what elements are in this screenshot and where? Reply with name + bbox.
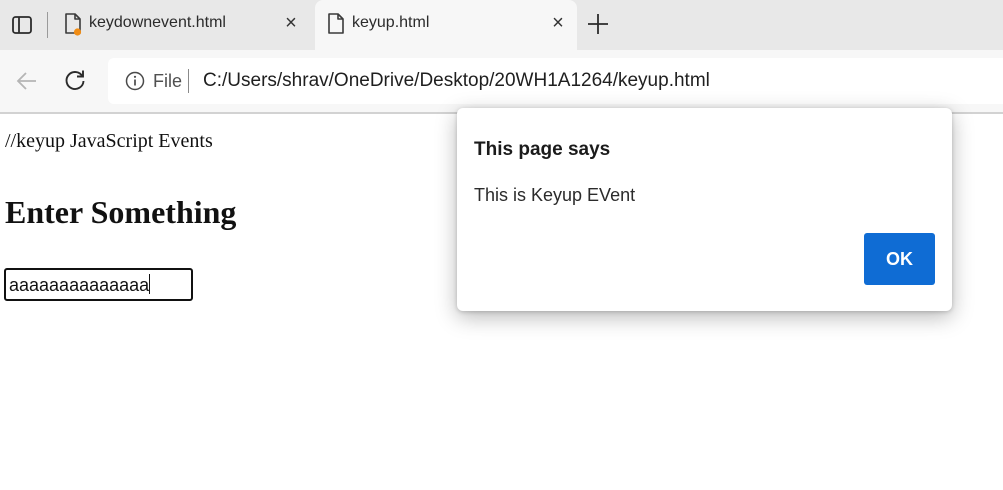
browser-toolbar: File C:/Users/shrav/OneDrive/Desktop/20W… bbox=[0, 50, 1003, 114]
page-comment-text: //keyup JavaScript Events bbox=[5, 130, 213, 152]
address-bar[interactable]: File C:/Users/shrav/OneDrive/Desktop/20W… bbox=[108, 58, 1003, 104]
dialog-message: This is Keyup EVent bbox=[474, 185, 636, 205]
browser-window: keydownevent.html × keyup.html × File C:… bbox=[0, 0, 1003, 490]
tab-strip: keydownevent.html × keyup.html × bbox=[0, 0, 1003, 50]
tab-keyup[interactable]: keyup.html × bbox=[315, 0, 577, 50]
new-tab-button[interactable] bbox=[585, 11, 611, 37]
ok-button[interactable]: OK bbox=[864, 233, 935, 285]
tab-close-button[interactable]: × bbox=[547, 12, 569, 34]
page-heading: Enter Something bbox=[5, 194, 237, 230]
reload-button[interactable] bbox=[62, 67, 88, 93]
tab-title: keydownevent.html bbox=[89, 14, 226, 31]
text-caret bbox=[149, 274, 151, 294]
tab-close-button[interactable]: × bbox=[280, 12, 302, 34]
address-scheme-label[interactable]: File bbox=[153, 71, 182, 92]
info-icon[interactable] bbox=[125, 71, 145, 91]
dialog-title: This page says bbox=[474, 139, 611, 160]
new-tab-icon bbox=[588, 14, 608, 34]
tab-keydownevent[interactable]: keydownevent.html × bbox=[52, 0, 310, 50]
tab-title: keyup.html bbox=[352, 14, 430, 31]
text-input[interactable]: aaaaaaaaaaaaaa bbox=[4, 268, 193, 301]
tab-actions-icon bbox=[12, 16, 32, 34]
tab-separator bbox=[47, 12, 48, 38]
back-button[interactable] bbox=[14, 68, 40, 94]
address-separator bbox=[188, 69, 189, 93]
tab-actions-button[interactable] bbox=[10, 13, 34, 37]
alert-dialog: This page says This is Keyup EVent OK bbox=[457, 108, 952, 311]
back-arrow-icon bbox=[16, 72, 36, 90]
file-icon bbox=[65, 13, 82, 36]
address-url[interactable]: C:/Users/shrav/OneDrive/Desktop/20WH1A12… bbox=[203, 70, 710, 92]
reload-icon bbox=[65, 70, 85, 90]
file-icon bbox=[328, 13, 344, 34]
text-input-value: aaaaaaaaaaaaaa bbox=[9, 275, 150, 295]
